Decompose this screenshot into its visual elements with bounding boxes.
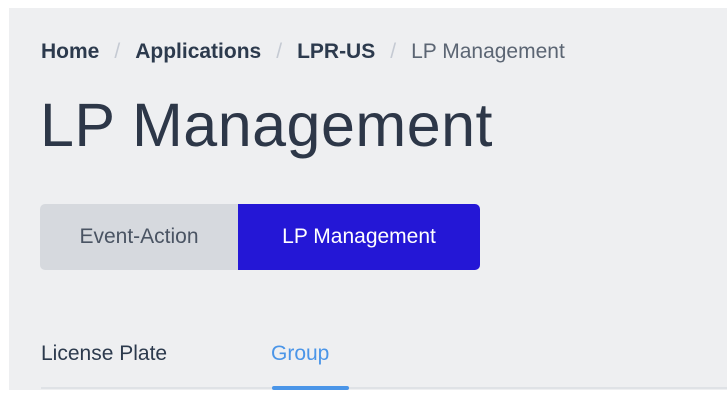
tab-bar-divider — [41, 387, 727, 389]
breadcrumb-separator: / — [276, 40, 283, 63]
breadcrumb-lpr-us-link[interactable]: LPR-US — [297, 38, 375, 66]
breadcrumb: Home / Applications / LPR-US / LP Manage… — [41, 38, 565, 66]
tab-group[interactable]: Group — [271, 338, 329, 370]
tab-license-plate[interactable]: License Plate — [41, 338, 167, 370]
lp-management-button[interactable]: LP Management — [238, 204, 480, 270]
breadcrumb-separator: / — [114, 40, 121, 63]
breadcrumb-home-link[interactable]: Home — [41, 38, 99, 66]
app-page: Home / Applications / LPR-US / LP Manage… — [9, 8, 727, 390]
mode-switch: Event-Action LP Management — [40, 204, 480, 270]
page-title: LP Management — [40, 91, 494, 159]
event-action-button[interactable]: Event-Action — [40, 204, 238, 270]
tab-bar: License Plate Group — [41, 338, 727, 390]
breadcrumb-applications-link[interactable]: Applications — [135, 38, 261, 66]
active-tab-indicator — [272, 386, 349, 390]
breadcrumb-current: LP Management — [411, 40, 565, 63]
breadcrumb-separator: / — [390, 40, 397, 63]
